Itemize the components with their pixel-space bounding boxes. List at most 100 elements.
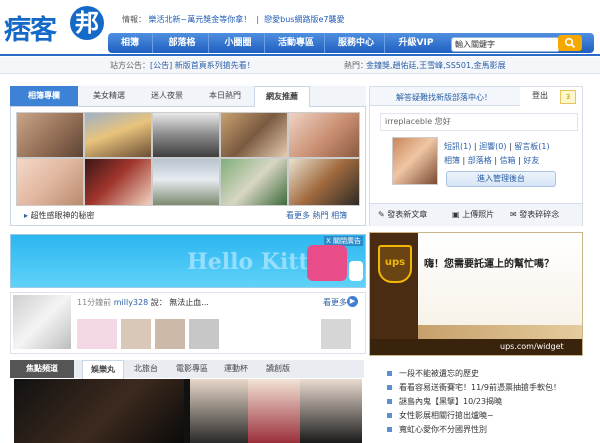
photo-thumb[interactable] (288, 112, 360, 158)
upload-photo-action[interactable]: ▣ 上傳照片 (452, 209, 494, 220)
ups-logo: ups (378, 245, 412, 283)
news-item[interactable]: 看看容易送衝賽宅！11/9前憑票抽搶手軟包！ (399, 382, 561, 393)
more-hot-albums-link[interactable]: 看更多 熱門 相簿 (286, 210, 347, 221)
nav-events[interactable]: 活動專區 (268, 33, 325, 53)
kitty-figure-image (349, 261, 363, 281)
bullet-icon (387, 385, 392, 390)
comments-link[interactable]: 迴響(0) (479, 142, 506, 151)
announce-link[interactable]: [公告] 新版首頁系列搶先看！ (150, 60, 255, 71)
notification-badge[interactable]: 3 (560, 90, 576, 104)
moment-time: 11分鐘前 (77, 298, 112, 307)
tab-featured[interactable]: 焦點頻道 (10, 360, 74, 378)
tab-sports[interactable]: 運動杯 (216, 360, 256, 378)
ad-link-2[interactable]: 戀愛bus網路版e7襲愛 (264, 15, 344, 24)
photo-thumb[interactable] (288, 158, 360, 206)
album-link[interactable]: 相簿 (444, 156, 460, 165)
photo-thumb[interactable] (84, 112, 152, 158)
featured-image[interactable] (14, 379, 362, 443)
moment-thumb[interactable] (121, 319, 151, 349)
photo-caption-left[interactable]: ▸ 超性感眼神的秘密 (24, 210, 95, 221)
announcement-bar: 站方公告： [公告] 新版首頁系列搶先看！ 熱門： 金鐘獎,趙佑廷,王雪峰,SS… (0, 57, 600, 74)
message-links: 短訊(1) | 迴響(0) | 留言板(1) (444, 142, 550, 151)
tab-hot-today[interactable]: 本日熱門 (198, 86, 252, 106)
site-logo[interactable]: 痞客 邦 (4, 6, 104, 46)
moment-text: 無法止血... (169, 298, 209, 307)
new-post-action[interactable]: ✎ 發表新文章 (378, 209, 427, 220)
moment-user[interactable]: milly328 (114, 298, 148, 307)
tab-album-column[interactable]: 相簿專欄 (10, 86, 78, 106)
logo-text: 痞客 (4, 15, 57, 46)
photo-tabs: 相簿專欄 美女精選 迷人夜景 本日熱門 網友推薦 (10, 86, 366, 107)
bullet-icon (387, 427, 392, 432)
tab-reading[interactable]: 讀創版 (258, 360, 298, 378)
short-message-link[interactable]: 短訊(1) (444, 142, 471, 151)
search-input[interactable]: 輸入關鍵字 (451, 37, 560, 52)
friends-link[interactable]: 好友 (523, 156, 539, 165)
ups-ad[interactable]: ups 嗨！您需要託運上的幫忙嗎？ ups.com/widget (369, 232, 583, 356)
moment-line: 11分鐘前 milly328 說： 無法止血... (77, 297, 209, 308)
guestbook-link[interactable]: 留言板(1) (514, 142, 549, 151)
photo-thumb[interactable] (16, 112, 84, 158)
blog-link[interactable]: 部落格 (468, 156, 492, 165)
photo-thumb[interactable] (16, 158, 84, 206)
tab-travel[interactable]: 北旅台 (126, 360, 166, 378)
tab-beauty[interactable]: 美女精選 (82, 86, 136, 106)
user-panel: 解答疑難找新版部落中心！ 登出 3 irreplaceble 您好 短訊(1) … (369, 86, 583, 226)
magnifier-icon (564, 37, 576, 49)
announce-label: 站方公告： (110, 61, 150, 70)
search-button[interactable] (558, 35, 582, 51)
photo-thumb[interactable] (84, 158, 152, 206)
news-item[interactable]: 寬虹心愛你不分國界性別 (399, 424, 487, 435)
moment-says: 說： (150, 298, 167, 307)
tab-night-view[interactable]: 迷人夜景 (140, 86, 194, 106)
ad-label: 情報： (122, 15, 146, 24)
news-item[interactable]: 一段不能被遺忘的歷史 (399, 368, 479, 379)
hot-links[interactable]: 金鐘獎,趙佑廷,王雪峰,SS501,金馬影展 (366, 60, 506, 71)
user-avatar[interactable] (392, 137, 438, 185)
banner-title: Hello Kitty (187, 249, 322, 275)
ups-ad-text: 嗨！您需要託運上的幫忙嗎？ (424, 259, 554, 270)
ad-link-1[interactable]: 樂活北新~萬元獎金等你拿！ (149, 15, 252, 24)
mailbox-link[interactable]: 信箱 (500, 156, 516, 165)
logout-button[interactable]: 登出 (520, 87, 560, 105)
bullet-icon (387, 413, 392, 418)
photo-thumb[interactable] (152, 158, 220, 206)
nav-blog[interactable]: 部落格 (156, 33, 209, 53)
post-murmur-action[interactable]: ✉ 發表碎碎念 (510, 209, 559, 220)
nav-divider (0, 54, 600, 56)
photo-thumb[interactable] (220, 158, 288, 206)
manage-backend-button[interactable]: 進入管理後台 (446, 171, 556, 187)
moment-thumb[interactable] (189, 319, 219, 349)
nav-service[interactable]: 服務中心 (328, 33, 385, 53)
moment-thumb[interactable] (77, 319, 117, 349)
nav-circle[interactable]: 小圈圈 (212, 33, 265, 53)
tab-entertainment[interactable]: 娛樂丸 (82, 360, 124, 379)
logo-circle: 邦 (70, 6, 104, 40)
moment-thumb[interactable] (321, 319, 351, 349)
welcome-text: irreplaceble 您好 (380, 113, 578, 131)
moment-avatar[interactable] (13, 295, 71, 349)
bullet-icon (387, 399, 392, 404)
tab-movies[interactable]: 電影專區 (170, 360, 214, 378)
news-list: 一段不能被遺忘的歷史 看看容易送衝賽宅！11/9前憑票抽搶手軟包！ 謎島內鬼【黑… (369, 360, 581, 443)
nav-album[interactable]: 相簿 (108, 33, 153, 53)
ups-url[interactable]: ups.com/widget (500, 342, 564, 351)
tab-recommend[interactable]: 網友推薦 (254, 86, 310, 107)
hot-label: 熱門： (344, 61, 368, 70)
moment-more[interactable]: 看更多 (323, 297, 347, 308)
photo-thumb[interactable] (220, 112, 288, 158)
news-item[interactable]: 女性影展相關行搶出爐曉~ (399, 410, 494, 421)
bullet-icon (387, 371, 392, 376)
nav-vip[interactable]: 升級VIP (388, 33, 444, 53)
help-link[interactable]: 解答疑難找新版部落中心！ (396, 92, 492, 103)
featured-tabs: 焦點頻道 娛樂丸 北旅台 電影專區 運動杯 讀創版 (10, 360, 364, 379)
top-ad-line: 情報： 樂活北新~萬元獎金等你拿！ | 戀愛bus網路版e7襲愛 (122, 15, 345, 24)
photo-thumb[interactable] (152, 112, 220, 158)
moment-feed: 11分鐘前 milly328 說： 無法止血... 看更多 ▶ (10, 292, 366, 354)
kitty-bag-image (307, 245, 347, 281)
quick-links: 相簿 | 部落格 | 信箱 | 好友 (444, 156, 540, 165)
play-arrow-icon[interactable]: ▶ (347, 296, 358, 307)
hello-kitty-banner[interactable]: Hello Kitty X 關閉廣告 (10, 234, 366, 288)
news-item[interactable]: 謎島內鬼【黑擘】10/23揭曉 (399, 396, 502, 407)
moment-thumb[interactable] (155, 319, 185, 349)
